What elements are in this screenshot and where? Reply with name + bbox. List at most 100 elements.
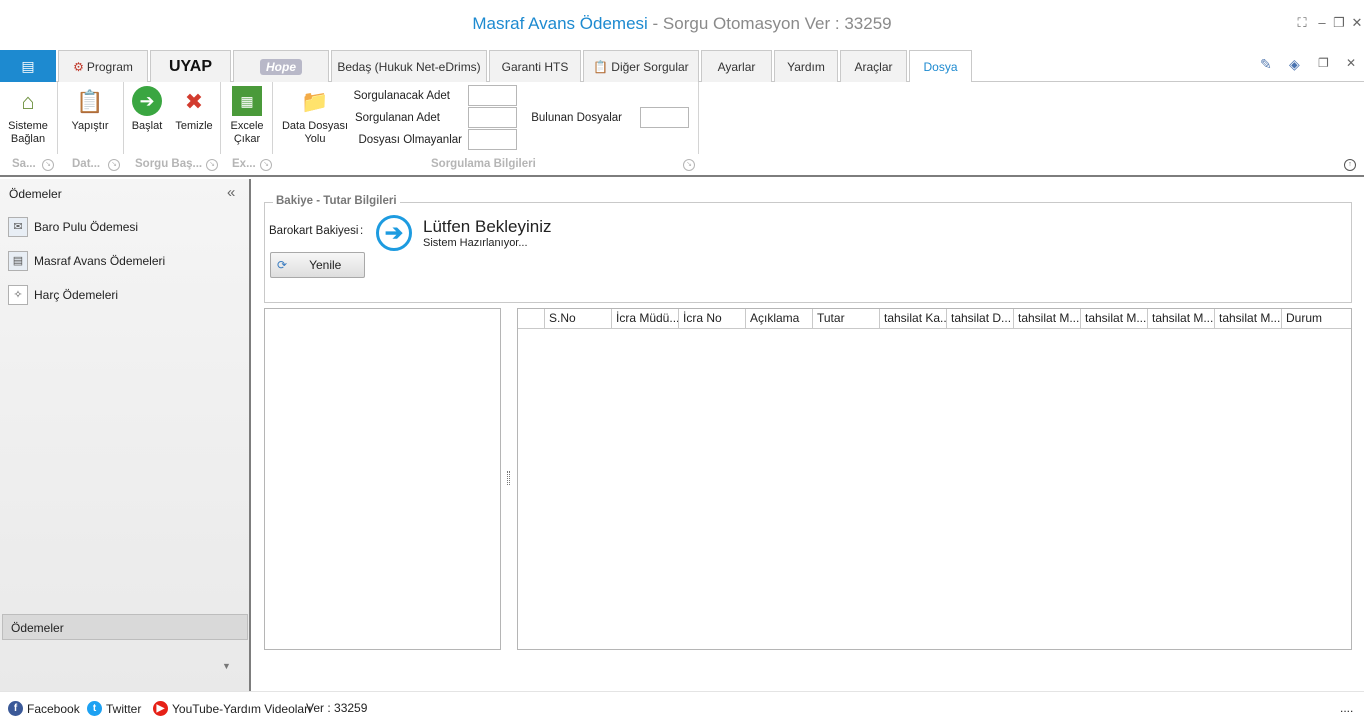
sidebar-group-odemeler[interactable]: Ödemeler — [2, 614, 248, 640]
tab-garanti-hts[interactable]: Garanti HTS — [489, 50, 581, 82]
excel-icon: ▦ — [232, 86, 262, 116]
grid-row-indicator-header — [518, 309, 545, 329]
close-icon[interactable]: ✕ — [1348, 14, 1364, 32]
collapse-ribbon-icon[interactable]: ↑ — [1344, 159, 1356, 171]
sorgulanacak-adet-field[interactable] — [468, 85, 517, 106]
group-label-sorgu-baslat: Sorgu Baş... — [135, 158, 203, 170]
tab-diger-sorgular[interactable]: 📋 Diğer Sorgular — [583, 50, 699, 82]
tab-yardim[interactable]: Yardım — [774, 50, 838, 82]
main-content: Bakiye - Tutar Bilgileri Barokart Bakiye… — [253, 179, 1364, 691]
column-header[interactable]: tahsilat M... — [1148, 309, 1215, 329]
tab-uyap[interactable]: UYAP — [150, 50, 231, 82]
ribbon-separator — [272, 82, 273, 154]
temizle-label: Temizle — [175, 120, 213, 132]
dialog-launcher-icon[interactable]: ↘ — [683, 159, 695, 171]
group-label-dat: Dat... — [72, 158, 101, 170]
minimize-icon[interactable]: – — [1313, 14, 1331, 32]
splitter-handle[interactable] — [507, 471, 510, 485]
title-suffix: - Sorgu Otomasyon Ver : 33259 — [647, 14, 892, 33]
navigation-sidebar: Ödemeler « ✉ Baro Pulu Ödemesi ▤ Masraf … — [0, 179, 251, 691]
facebook-link[interactable]: f Facebook — [8, 701, 80, 716]
fullscreen-icon[interactable]: ⛶ — [1293, 14, 1311, 32]
clipboard-icon: 📋 — [593, 59, 609, 74]
column-header[interactable]: tahsilat M... — [1081, 309, 1148, 329]
tab-diger-label: Diğer Sorgular — [611, 59, 689, 74]
temizle-button[interactable]: ✖ Temizle — [173, 86, 215, 133]
sorgulanan-adet-field[interactable] — [468, 107, 517, 128]
facebook-icon: f — [8, 701, 23, 716]
tab-yardim-label: Yardım — [787, 59, 825, 74]
column-header[interactable]: İcra No — [679, 309, 746, 329]
tab-bedas-label: Bedaş (Hukuk Net-eDrims) — [337, 59, 481, 74]
sisteme-baglan-button[interactable]: ⌂ Sisteme Bağlan — [3, 86, 53, 146]
column-header[interactable]: S.No — [545, 309, 612, 329]
ribbon-group-labels: Sa... ↘ Dat... ↘ Sorgu Baş... ↘ Ex... ↘ … — [0, 154, 1364, 177]
sidebar-item-baro-pulu[interactable]: ✉ Baro Pulu Ödemesi — [8, 216, 138, 238]
excele-cikar-label: Excele Çıkar — [230, 120, 264, 145]
dialog-launcher-icon[interactable]: ↘ — [206, 159, 218, 171]
dialog-launcher-icon[interactable]: ↘ — [42, 159, 54, 171]
column-header[interactable]: tahsilat Ka... — [880, 309, 947, 329]
title-main: Masraf Avans Ödemesi — [472, 14, 648, 33]
tab-dosya-label: Dosya — [923, 60, 958, 74]
youtube-link[interactable]: ▶ YouTube-Yardım Videoları — [153, 701, 311, 716]
ribbon-separator — [123, 82, 124, 154]
bulunan-dosyalar-label: Bulunan Dosyalar — [531, 112, 622, 124]
bulunan-dosyalar-field[interactable] — [640, 107, 689, 128]
sidebar-item-label: Baro Pulu Ödemesi — [34, 220, 139, 234]
tree-panel[interactable] — [264, 308, 501, 650]
column-header[interactable]: tahsilat M... — [1014, 309, 1081, 329]
baslat-label: Başlat — [131, 120, 163, 132]
wait-subtitle: Sistem Hazırlanıyor... — [423, 237, 528, 249]
yenile-button[interactable]: ⟳ Yenile — [270, 252, 365, 278]
tab-garanti-label: Garanti HTS — [501, 59, 569, 74]
restore-icon[interactable]: ❐ — [1330, 14, 1348, 32]
tab-araclar[interactable]: Araçlar — [840, 50, 907, 82]
group-label-ex: Ex... — [232, 158, 256, 170]
tab-dosya[interactable]: Dosya — [909, 50, 972, 83]
edit-icon[interactable]: ✎ — [1260, 56, 1272, 73]
sidebar-item-masraf-avans[interactable]: ▤ Masraf Avans Ödemeleri — [8, 250, 165, 272]
tab-bedas[interactable]: Bedaş (Hukuk Net-eDrims) — [331, 50, 487, 82]
yapistir-label: Yapıştır — [71, 120, 109, 132]
restore-mdi-icon[interactable]: ❐ — [1318, 56, 1329, 70]
excele-cikar-button[interactable]: ▦ Excele Çıkar — [226, 86, 268, 146]
column-header[interactable]: Tutar — [813, 309, 880, 329]
document-stack-icon: ▤ — [8, 251, 28, 271]
chevron-down-icon[interactable]: ▼ — [222, 661, 231, 671]
ribbon-panel: ⌂ Sisteme Bağlan 📋 Yapıştır ➔ Başlat ✖ T… — [0, 82, 1364, 154]
tab-ayarlar-label: Ayarlar — [717, 59, 756, 74]
dosyasi-olmayanlar-field[interactable] — [468, 129, 517, 150]
collapse-sidebar-icon[interactable]: « — [227, 184, 235, 201]
sidebar-item-label: Masraf Avans Ödemeleri — [34, 254, 166, 268]
tab-hope[interactable]: Hope — [233, 50, 329, 82]
results-grid[interactable]: S.No İcra Müdü... İcra No Açıklama Tutar… — [517, 308, 1352, 650]
cube-icon[interactable]: ◈ — [1289, 56, 1300, 73]
close-mdi-icon[interactable]: ✕ — [1346, 56, 1356, 70]
folder-icon: 📁 — [301, 88, 329, 114]
group-label-sorgulama-bilgileri: Sorgulama Bilgileri — [431, 158, 536, 170]
column-header[interactable]: Açıklama — [746, 309, 813, 329]
youtube-label: YouTube-Yardım Videoları — [172, 701, 312, 716]
status-bar: f Facebook t Twitter ▶ YouTube-Yardım Video… — [0, 691, 1364, 719]
tab-ayarlar[interactable]: Ayarlar — [701, 50, 772, 82]
column-header[interactable]: tahsilat D... — [947, 309, 1014, 329]
baslat-button[interactable]: ➔ Başlat — [128, 86, 166, 133]
receipt-icon: ✧ — [8, 285, 28, 305]
group-title: Bakiye - Tutar Bilgileri — [273, 195, 400, 207]
dialog-launcher-icon[interactable]: ↘ — [108, 159, 120, 171]
column-header[interactable]: İcra Müdü... — [612, 309, 679, 329]
twitter-link[interactable]: t Twitter — [87, 701, 141, 716]
dialog-launcher-icon[interactable]: ↘ — [260, 159, 272, 171]
tab-program-label: Program — [86, 59, 133, 74]
tab-program[interactable]: ⚙ Program — [58, 50, 148, 82]
barokart-colon: : — [360, 225, 364, 237]
twitter-label: Twitter — [106, 701, 142, 716]
column-header[interactable]: Durum — [1282, 309, 1351, 329]
yapistir-button[interactable]: 📋 Yapıştır — [66, 86, 114, 133]
sidebar-item-harc[interactable]: ✧ Harç Ödemeleri — [8, 284, 118, 306]
app-menu-button[interactable]: ▤ — [0, 50, 56, 82]
column-header[interactable]: tahsilat M... — [1215, 309, 1282, 329]
program-icon: ⚙ — [73, 59, 84, 74]
ribbon-separator — [57, 82, 58, 154]
